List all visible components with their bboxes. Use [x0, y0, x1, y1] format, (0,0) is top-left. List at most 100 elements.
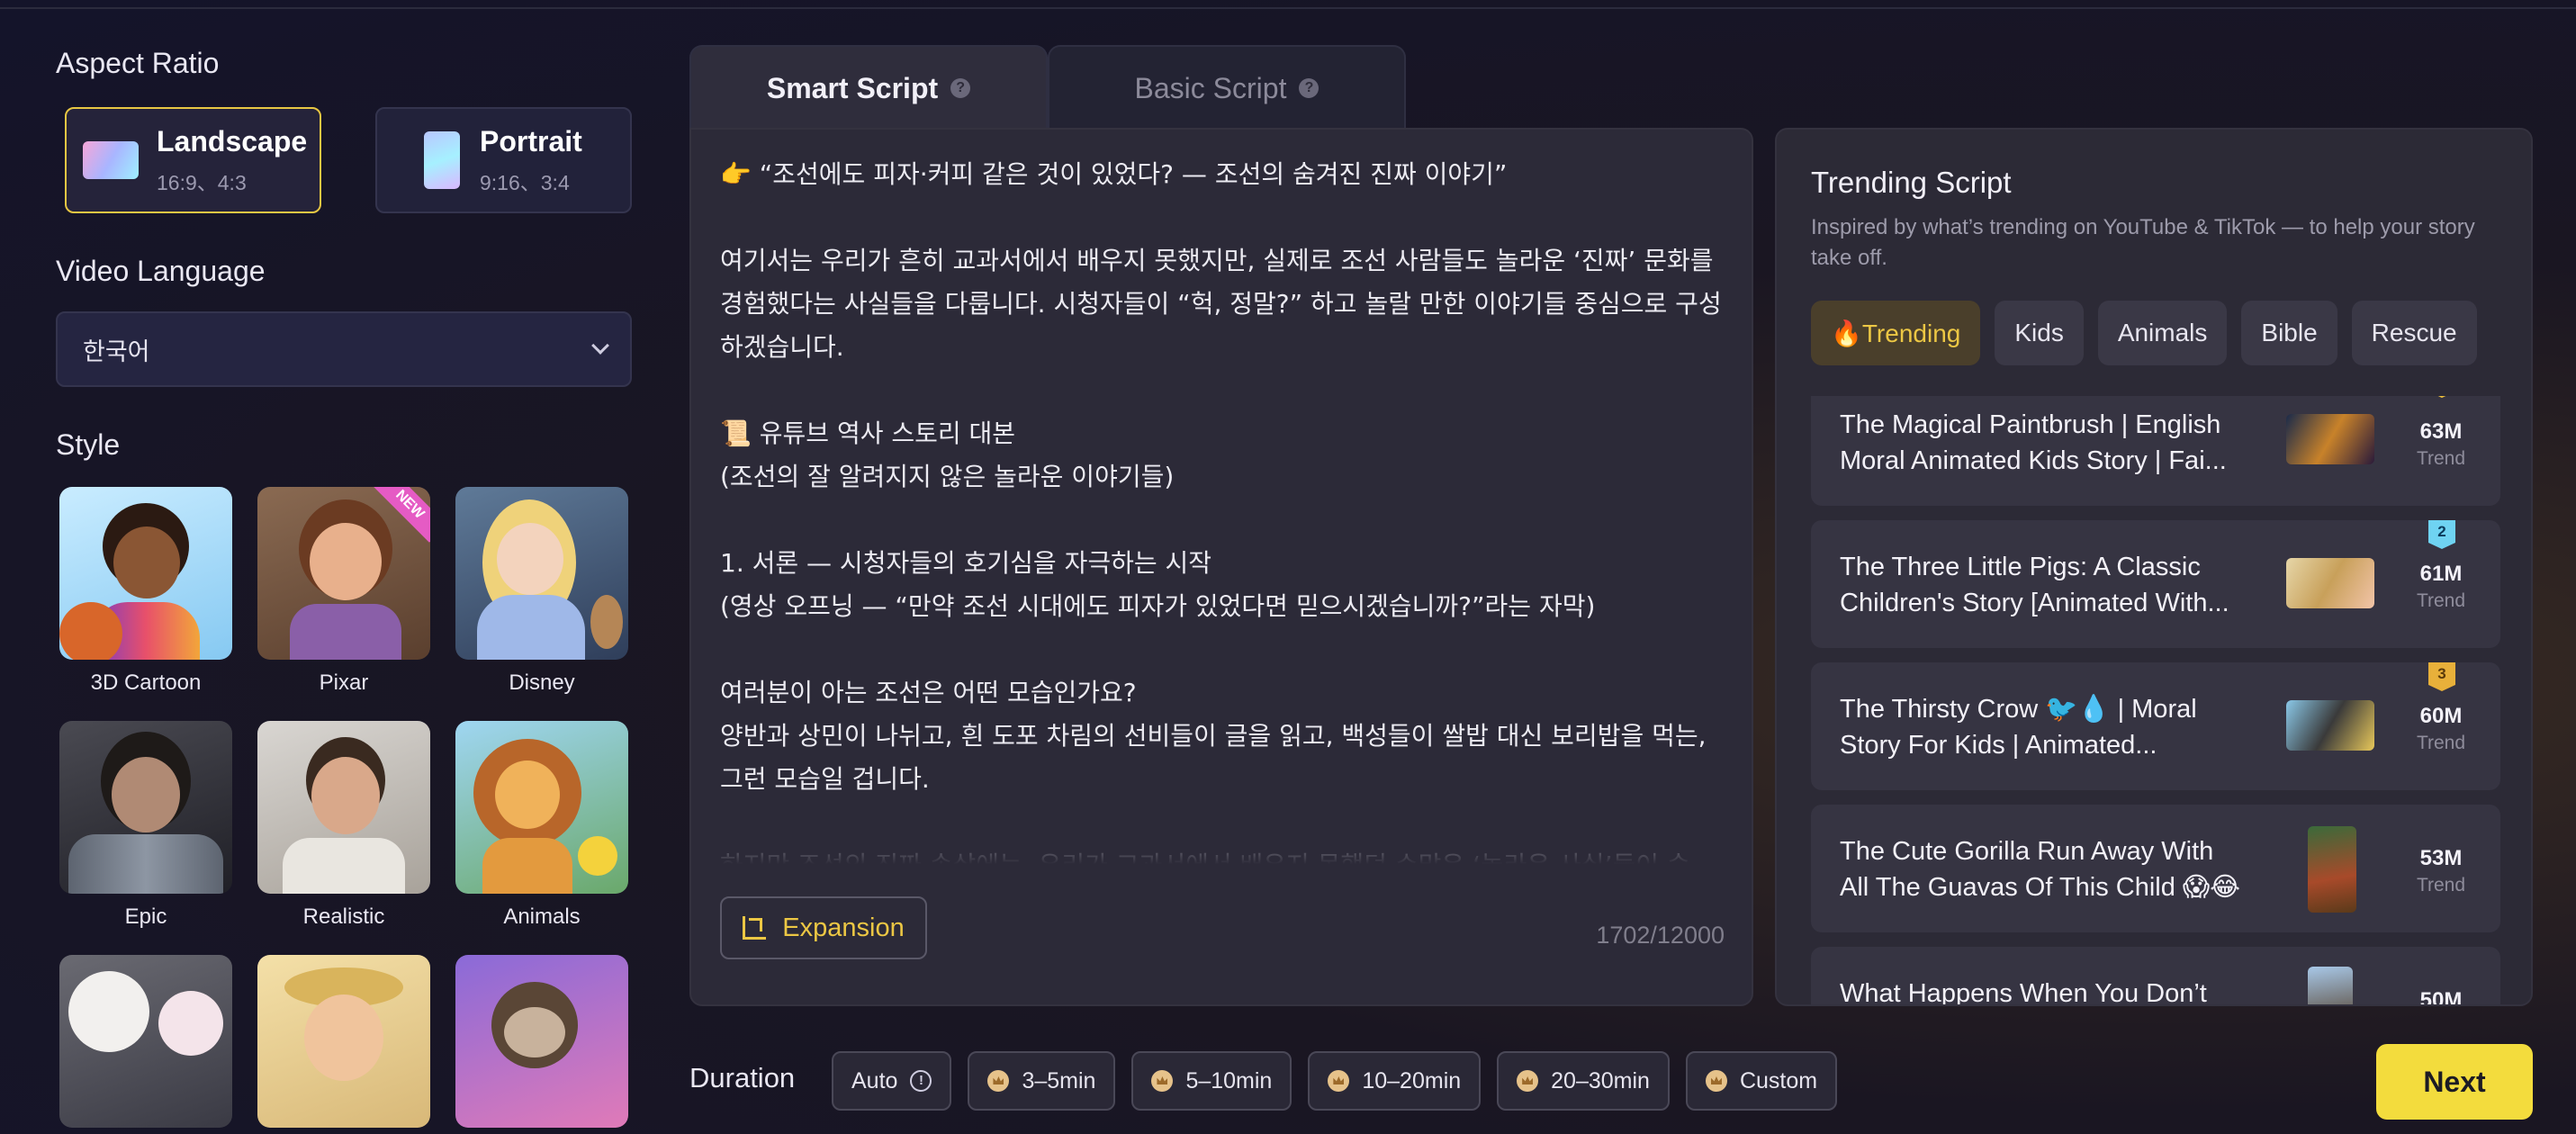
duration-label: Duration — [689, 1062, 796, 1094]
style-label: 3D Cartoon — [90, 670, 202, 695]
trending-item[interactable]: The Cute Gorilla Run Away With All The G… — [1811, 805, 2500, 932]
trending-description: Inspired by what’s trending on YouTube &… — [1811, 215, 2475, 270]
style-label: Epic — [124, 904, 167, 929]
style-epic[interactable]: Epic — [59, 721, 232, 930]
style-thumbnail — [455, 721, 628, 894]
landscape-icon — [83, 141, 139, 179]
trending-item-title: The Cute Gorilla Run Away With All The G… — [1840, 837, 2241, 902]
chip-animals[interactable]: Animals — [2097, 301, 2228, 365]
chip-bible[interactable]: Bible — [2241, 301, 2337, 365]
next-button[interactable]: Next — [2376, 1044, 2533, 1120]
help-icon[interactable]: ? — [950, 78, 971, 98]
style-thumbnail — [257, 955, 430, 1128]
rank-badge: 3 — [2428, 662, 2455, 691]
duration-10-20min[interactable]: 10–20min — [1308, 1051, 1482, 1111]
duration-3-5min[interactable]: 3–5min — [968, 1051, 1116, 1111]
style-option-7[interactable] — [59, 955, 232, 1128]
style-option-8[interactable] — [257, 955, 430, 1128]
chevron-down-icon — [591, 337, 609, 355]
trending-panel: Trending Script Inspired by what’s trend… — [1775, 128, 2533, 1006]
trending-list: The Magical Paintbrush | English Moral A… — [1811, 396, 2500, 1004]
trend-label: Trend — [2416, 590, 2466, 611]
trending-item[interactable]: The Thirsty Crow 🐦💧 | Moral Story For Ki… — [1811, 662, 2500, 790]
script-editor[interactable]: 👉 “조선에도 피자·커피 같은 것이 있었다? — 조선의 숨겨진 진짜 이야… — [689, 128, 1753, 1006]
video-thumbnail — [2286, 700, 2374, 751]
duration-20-30min[interactable]: 20–30min — [1497, 1051, 1670, 1111]
expansion-label: Expansion — [782, 913, 905, 942]
aspect-landscape-label: Landscape — [157, 124, 308, 158]
style-grid: 3D Cartoon NEW Pixar Disney Epic Realist… — [59, 487, 632, 1128]
chip-trending[interactable]: 🔥Trending — [1811, 301, 1981, 365]
tab-basic-script[interactable]: Basic Script ? — [1048, 45, 1406, 130]
trending-item-title: The Thirsty Crow 🐦💧 | Moral Story For Ki… — [1840, 695, 2197, 760]
aspect-portrait-option[interactable]: Portrait 9:16、3:4 — [375, 107, 632, 213]
trending-title: Trending Script — [1811, 166, 2012, 199]
crown-icon — [987, 1070, 1010, 1092]
duration-5-10min[interactable]: 5–10min — [1131, 1051, 1293, 1111]
script-line: 여기서는 우리가 흔히 교과서에서 배우지 못했지만, 실제로 조선 사람들도 … — [720, 246, 1722, 362]
help-icon[interactable]: ? — [1299, 78, 1320, 98]
duration-option-label: 3–5min — [1022, 1067, 1096, 1094]
duration-option-label: 10–20min — [1362, 1067, 1462, 1094]
style-animals[interactable]: Animals — [455, 721, 628, 930]
tab-smart-script-label: Smart Script — [766, 71, 939, 104]
duration-option-label: Custom — [1739, 1067, 1818, 1094]
crown-icon — [1705, 1070, 1727, 1092]
crown-icon — [1151, 1070, 1174, 1092]
video-thumbnail — [2308, 967, 2353, 1004]
style-label: Disney — [509, 670, 575, 695]
duration-option-label: Auto — [851, 1067, 898, 1094]
video-thumbnail — [2286, 558, 2374, 608]
view-count: 61M — [2419, 562, 2463, 586]
rank-badge: 2 — [2428, 520, 2455, 549]
video-language-title: Video Language — [56, 255, 266, 287]
info-icon[interactable]: ! — [910, 1070, 932, 1092]
duration-option-label: 20–30min — [1551, 1067, 1650, 1094]
aspect-portrait-ratios: 9:16、3:4 — [480, 170, 570, 194]
aspect-ratio-options: Landscape 16:9、4:3 Portrait 9:16、3:4 — [65, 107, 632, 213]
script-line: 양반과 상민이 나뉘고, 흰 도포 차림의 선비들이 글을 읽고, 백성들이 쌀… — [720, 721, 1715, 794]
script-line: (조선의 잘 알려지지 않은 놀라운 이야기들) — [720, 462, 1175, 491]
script-text[interactable]: 👉 “조선에도 피자·커피 같은 것이 있었다? — 조선의 숨겨진 진짜 이야… — [720, 153, 1737, 864]
trending-item-title: The Three Little Pigs: A Classic Childre… — [1840, 553, 2229, 617]
style-pixar[interactable]: NEW Pixar — [257, 487, 430, 696]
duration-custom[interactable]: Custom — [1685, 1051, 1838, 1111]
category-chips: 🔥Trending Kids Animals Bible Rescue — [1811, 301, 2477, 365]
style-thumbnail — [59, 721, 232, 894]
style-disney[interactable]: Disney — [455, 487, 628, 696]
script-line: 📜 유튜브 역사 스토리 대본 — [720, 418, 1016, 448]
trending-item[interactable]: What Happens When You Don’t 50M — [1811, 947, 2500, 1004]
script-line: (영상 오프닝 — “만약 조선 시대에도 피자가 있었다면 믿으시겠습니까?”… — [720, 591, 1596, 621]
duration-options: Auto ! 3–5min 5–10min 10–20min 20–30min … — [832, 1051, 1838, 1111]
language-value: 한국어 — [83, 338, 150, 365]
chip-rescue[interactable]: Rescue — [2351, 301, 2477, 365]
style-thumbnail: NEW — [257, 487, 430, 660]
duration-auto[interactable]: Auto ! — [832, 1051, 952, 1111]
trend-label: Trend — [2416, 733, 2466, 753]
chip-kids[interactable]: Kids — [1995, 301, 2084, 365]
trending-item[interactable]: The Magical Paintbrush | English Moral A… — [1811, 396, 2500, 506]
trend-label: Trend — [2416, 875, 2466, 896]
trending-item-title: The Magical Paintbrush | English Moral A… — [1840, 410, 2227, 475]
language-select[interactable]: 한국어 — [56, 311, 632, 387]
crown-icon — [1328, 1070, 1350, 1092]
style-label: Realistic — [302, 904, 385, 929]
video-thumbnail — [2308, 826, 2356, 913]
script-line: 👉 “조선에도 피자·커피 같은 것이 있었다? — 조선의 숨겨진 진짜 이야… — [720, 159, 1508, 189]
style-label: Animals — [503, 904, 581, 929]
aspect-landscape-option[interactable]: Landscape 16:9、4:3 — [65, 107, 321, 213]
script-tabs: Smart Script ? Basic Script ? — [689, 45, 1406, 130]
tab-smart-script[interactable]: Smart Script ? — [689, 45, 1048, 130]
expansion-button[interactable]: Expansion — [720, 896, 927, 959]
trending-item-title: What Happens When You Don’t — [1840, 979, 2207, 1004]
style-3d-cartoon[interactable]: 3D Cartoon — [59, 487, 232, 696]
style-option-9[interactable] — [455, 955, 628, 1128]
trending-item[interactable]: The Three Little Pigs: A Classic Childre… — [1811, 520, 2500, 648]
view-count: 50M — [2419, 988, 2463, 1004]
style-thumbnail — [455, 487, 628, 660]
style-realistic[interactable]: Realistic — [257, 721, 430, 930]
style-thumbnail — [59, 955, 232, 1128]
